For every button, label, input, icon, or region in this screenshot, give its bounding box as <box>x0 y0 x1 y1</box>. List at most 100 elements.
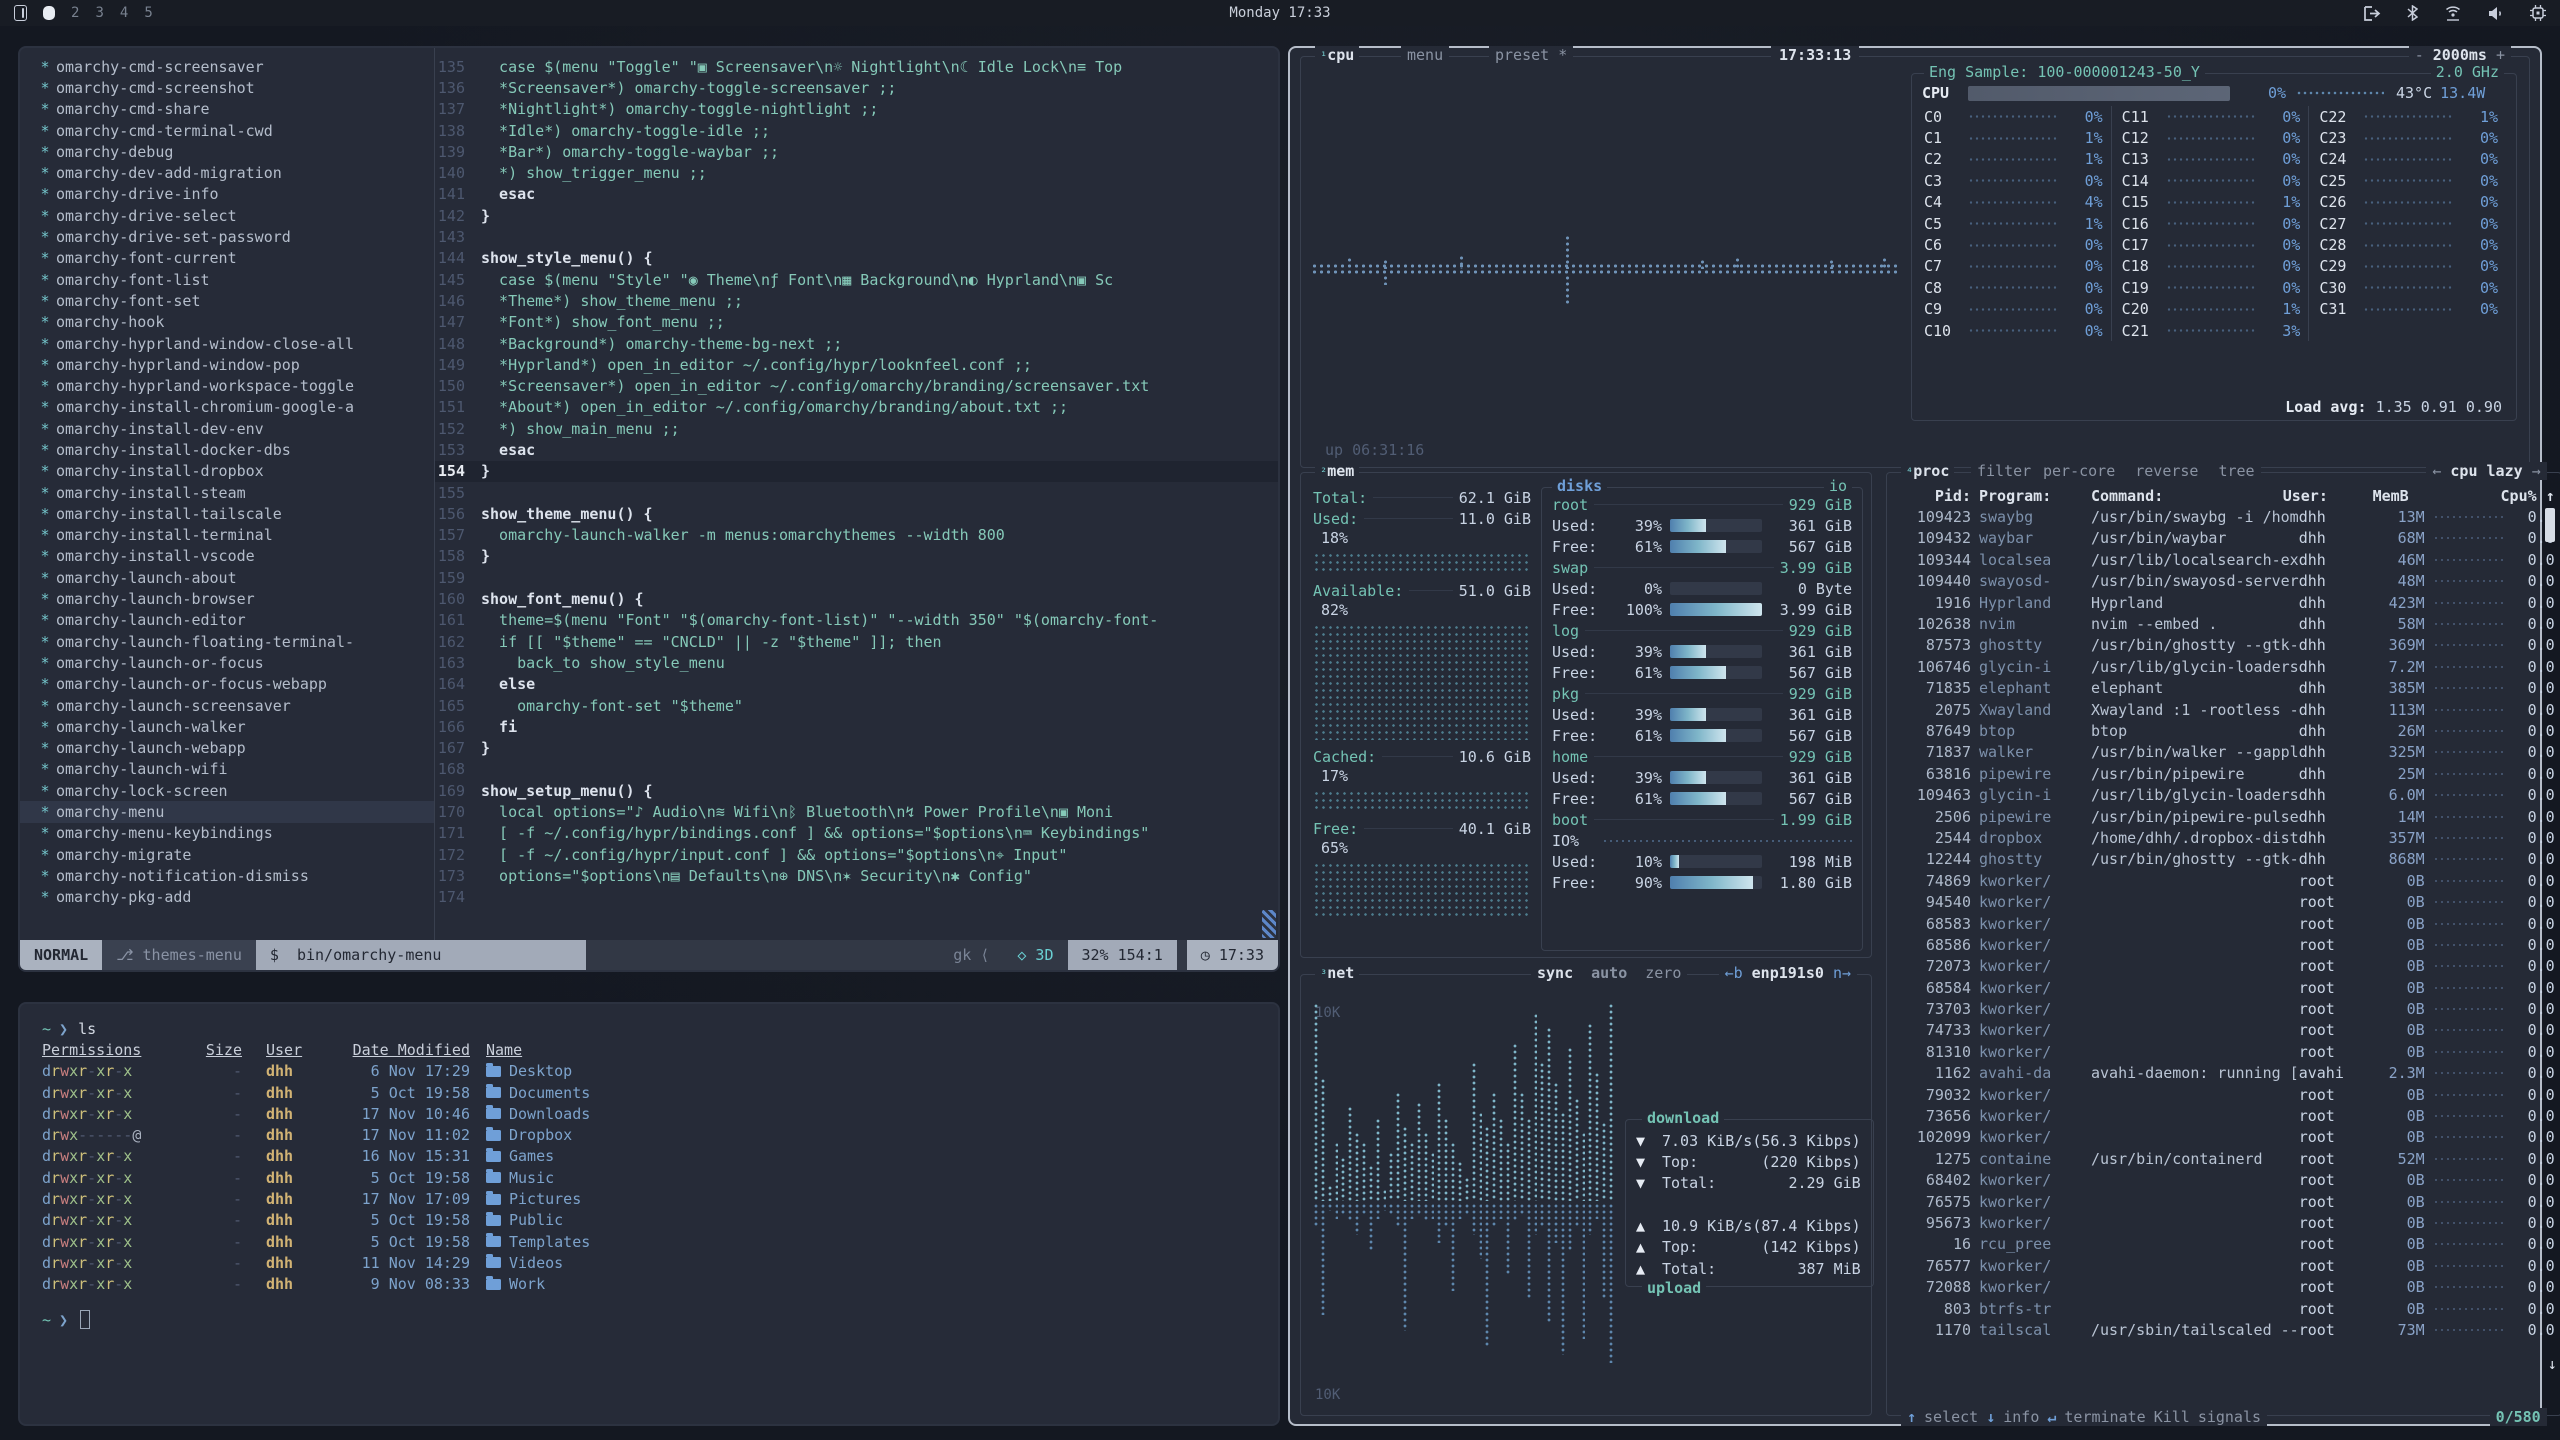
code-line[interactable]: 157 omarchy-launch-walker -m menus:omarc… <box>435 525 1278 546</box>
process-row[interactable]: 68583 kworker/ root 0B 0.0 <box>1895 913 2555 934</box>
process-row[interactable]: 68586 kworker/ root 0B 0.0 <box>1895 934 2555 955</box>
code-line[interactable]: 155 <box>435 482 1278 503</box>
code-line[interactable]: 151 *About*) open_in_editor ~/.config/om… <box>435 397 1278 418</box>
file-list-item[interactable]: * omarchy-hyprland-window-pop <box>20 354 434 375</box>
code-line[interactable]: 153 esac <box>435 439 1278 460</box>
file-list-item[interactable]: * omarchy-install-terminal <box>20 525 434 546</box>
file-list-item[interactable]: * omarchy-launch-walker <box>20 716 434 737</box>
net-sync-toggle[interactable]: sync <box>1537 964 1573 982</box>
file-list-item[interactable]: * omarchy-install-tailscale <box>20 503 434 524</box>
mem-box-title[interactable]: ²mem <box>1315 462 1359 480</box>
volume-icon[interactable] <box>2488 6 2504 21</box>
file-list-item[interactable]: * omarchy-install-dropbox <box>20 461 434 482</box>
process-row[interactable]: 2075 Xwayland Xwayland :1 -rootless - dh… <box>1895 699 2555 720</box>
process-row[interactable]: 87573 ghostty /usr/bin/ghostty --gtk- dh… <box>1895 635 2555 656</box>
workspace-1-active-indicator[interactable] <box>43 6 55 20</box>
code-line[interactable]: 152 *) show_main_menu ;; <box>435 418 1278 439</box>
code-line[interactable]: 173 options="$options\n▤ Defaults\n⊕ DNS… <box>435 865 1278 886</box>
process-row[interactable]: 109344 localsea /usr/lib/localsearch-ex … <box>1895 549 2555 570</box>
kill-key[interactable]: Kill <box>2154 1408 2190 1426</box>
file-list-item[interactable]: * omarchy-hook <box>20 312 434 333</box>
file-list-item[interactable]: * omarchy-launch-about <box>20 567 434 588</box>
code-line[interactable]: 150 *Screensaver*) open_in_editor ~/.con… <box>435 375 1278 396</box>
btop-window[interactable]: ¹cpu menu preset * 17:33:13 - 2000ms + u… <box>1288 46 2542 1426</box>
code-line[interactable]: 174 <box>435 887 1278 908</box>
active-window-icon[interactable] <box>14 5 27 21</box>
code-line[interactable]: 148 *Background*) omarchy-theme-bg-next … <box>435 333 1278 354</box>
code-line[interactable]: 165 omarchy-font-set "$theme" <box>435 695 1278 716</box>
process-row[interactable]: 1162 avahi-da avahi-daemon: running [ av… <box>1895 1063 2555 1084</box>
workspace-3[interactable]: 3 <box>95 5 103 21</box>
file-list-item[interactable]: * omarchy-hyprland-window-close-all <box>20 333 434 354</box>
code-line[interactable]: 143 <box>435 226 1278 247</box>
code-line[interactable]: 141 esac <box>435 184 1278 205</box>
process-row[interactable]: 63816 pipewire /usr/bin/pipewire dhh 25M… <box>1895 763 2555 784</box>
process-row[interactable]: 102638 nvim nvim --embed . dhh 58M 0.0 <box>1895 613 2555 634</box>
code-line[interactable]: 170 local options="♪ Audio\n≋ Wifi\nᛒ Bl… <box>435 801 1278 822</box>
file-list-item[interactable]: * omarchy-migrate <box>20 844 434 865</box>
file-list-item[interactable]: * omarchy-launch-webapp <box>20 738 434 759</box>
bluetooth-icon[interactable] <box>2407 5 2418 21</box>
code-line[interactable]: 163 back_to show_style_menu <box>435 652 1278 673</box>
file-list-item[interactable]: * omarchy-install-steam <box>20 482 434 503</box>
process-row[interactable]: 72088 kworker/ root 0B 0.0 <box>1895 1276 2555 1297</box>
code-line[interactable]: 139 *Bar*) omarchy-toggle-waybar ;; <box>435 141 1278 162</box>
process-row[interactable]: 68402 kworker/ root 0B 0.0 <box>1895 1170 2555 1191</box>
code-line[interactable]: 149 *Hyprland*) open_in_editor ~/.config… <box>435 354 1278 375</box>
terminal-window-editor[interactable]: * omarchy-cmd-screensaver * omarchy-cmd-… <box>18 46 1280 972</box>
file-list-item[interactable]: * omarchy-dev-add-migration <box>20 162 434 183</box>
menu-button[interactable]: menu <box>1401 46 1449 64</box>
net-interface-selector[interactable]: ←b enp191s0 n→ <box>1719 964 1857 982</box>
code-line[interactable]: 164 else <box>435 674 1278 695</box>
code-pane[interactable]: 135 case $(menu "Toggle" "▣ Screensaver\… <box>435 48 1278 940</box>
code-line[interactable]: 167 } <box>435 738 1278 759</box>
process-row[interactable]: 95673 kworker/ root 0B 0.0 <box>1895 1212 2555 1233</box>
file-list-item[interactable]: * omarchy-launch-screensaver <box>20 695 434 716</box>
process-row[interactable]: 1916 Hyprland Hyprland dhh 423M 0.0 <box>1895 592 2555 613</box>
process-row[interactable]: 87649 btop btop dhh 26M 0.0 <box>1895 720 2555 741</box>
scroll-down-arrow[interactable]: ↓ <box>2548 1355 2555 1373</box>
file-list-item[interactable]: * omarchy-cmd-terminal-cwd <box>20 120 434 141</box>
code-line[interactable]: 166 fi <box>435 716 1278 737</box>
process-row[interactable]: 76577 kworker/ root 0B 0.0 <box>1895 1255 2555 1276</box>
per-core-toggle[interactable]: per-core <box>2043 462 2115 480</box>
code-line[interactable]: 156 show_theme_menu() { <box>435 503 1278 524</box>
sort-selector[interactable]: ← cpu lazy → <box>2426 462 2546 480</box>
net-zero-toggle[interactable]: zero <box>1645 964 1681 982</box>
file-list-item[interactable]: * omarchy-launch-or-focus-webapp <box>20 674 434 695</box>
workspace-4[interactable]: 4 <box>120 5 128 21</box>
update-interval[interactable]: - 2000ms + <box>2409 46 2511 64</box>
file-list-item[interactable]: * omarchy-install-dev-env <box>20 418 434 439</box>
process-row[interactable]: 74733 kworker/ root 0B 0.0 <box>1895 1020 2555 1041</box>
file-list-item[interactable]: * omarchy-launch-or-focus <box>20 652 434 673</box>
code-line[interactable]: 135 case $(menu "Toggle" "▣ Screensaver\… <box>435 56 1278 77</box>
signals-key[interactable]: signals <box>2198 1408 2261 1426</box>
process-row[interactable]: 109463 glycin-i /usr/lib/glycin-loaders … <box>1895 784 2555 805</box>
file-list-item[interactable]: * omarchy-launch-wifi <box>20 759 434 780</box>
process-row[interactable]: 74869 kworker/ root 0B 0.0 <box>1895 870 2555 891</box>
code-line[interactable]: 142 } <box>435 205 1278 226</box>
file-list-item[interactable]: * omarchy-launch-floating-terminal- <box>20 631 434 652</box>
code-line[interactable]: 146 *Theme*) show_theme_menu ;; <box>435 290 1278 311</box>
process-row[interactable]: 68584 kworker/ root 0B 0.0 <box>1895 977 2555 998</box>
file-list-item[interactable]: * omarchy-menu <box>20 801 434 822</box>
code-line[interactable]: 138 *Idle*) omarchy-toggle-idle ;; <box>435 120 1278 141</box>
file-list-item[interactable]: * omarchy-font-current <box>20 248 434 269</box>
process-row[interactable]: 106746 glycin-i /usr/lib/glycin-loaders … <box>1895 656 2555 677</box>
file-list-item[interactable]: * omarchy-debug <box>20 141 434 162</box>
cpu-chip-icon[interactable] <box>2530 5 2546 21</box>
file-list-item[interactable]: * omarchy-cmd-share <box>20 99 434 120</box>
code-line[interactable]: 171 [ -f ~/.config/hypr/bindings.conf ] … <box>435 823 1278 844</box>
code-line[interactable]: 169 show_setup_menu() { <box>435 780 1278 801</box>
disks-tab[interactable]: disks <box>1552 477 1607 495</box>
file-list-item[interactable]: * omarchy-font-set <box>20 290 434 311</box>
process-row[interactable]: 109432 waybar /usr/bin/waybar dhh 68M 0.… <box>1895 528 2555 549</box>
reverse-toggle[interactable]: reverse <box>2135 462 2198 480</box>
workspace-2[interactable]: 2 <box>71 5 79 21</box>
file-list-item[interactable]: * omarchy-notification-dismiss <box>20 865 434 886</box>
terminate-key[interactable]: ↵ <box>2047 1408 2056 1426</box>
terminal-window-shell[interactable]: ~ ❯ ls Permissions Size User Date Modifi… <box>18 1002 1280 1426</box>
preset-button[interactable]: preset * <box>1489 46 1573 64</box>
file-list-item[interactable]: * omarchy-install-docker-dbs <box>20 439 434 460</box>
code-line[interactable]: 144 show_style_menu() { <box>435 248 1278 269</box>
